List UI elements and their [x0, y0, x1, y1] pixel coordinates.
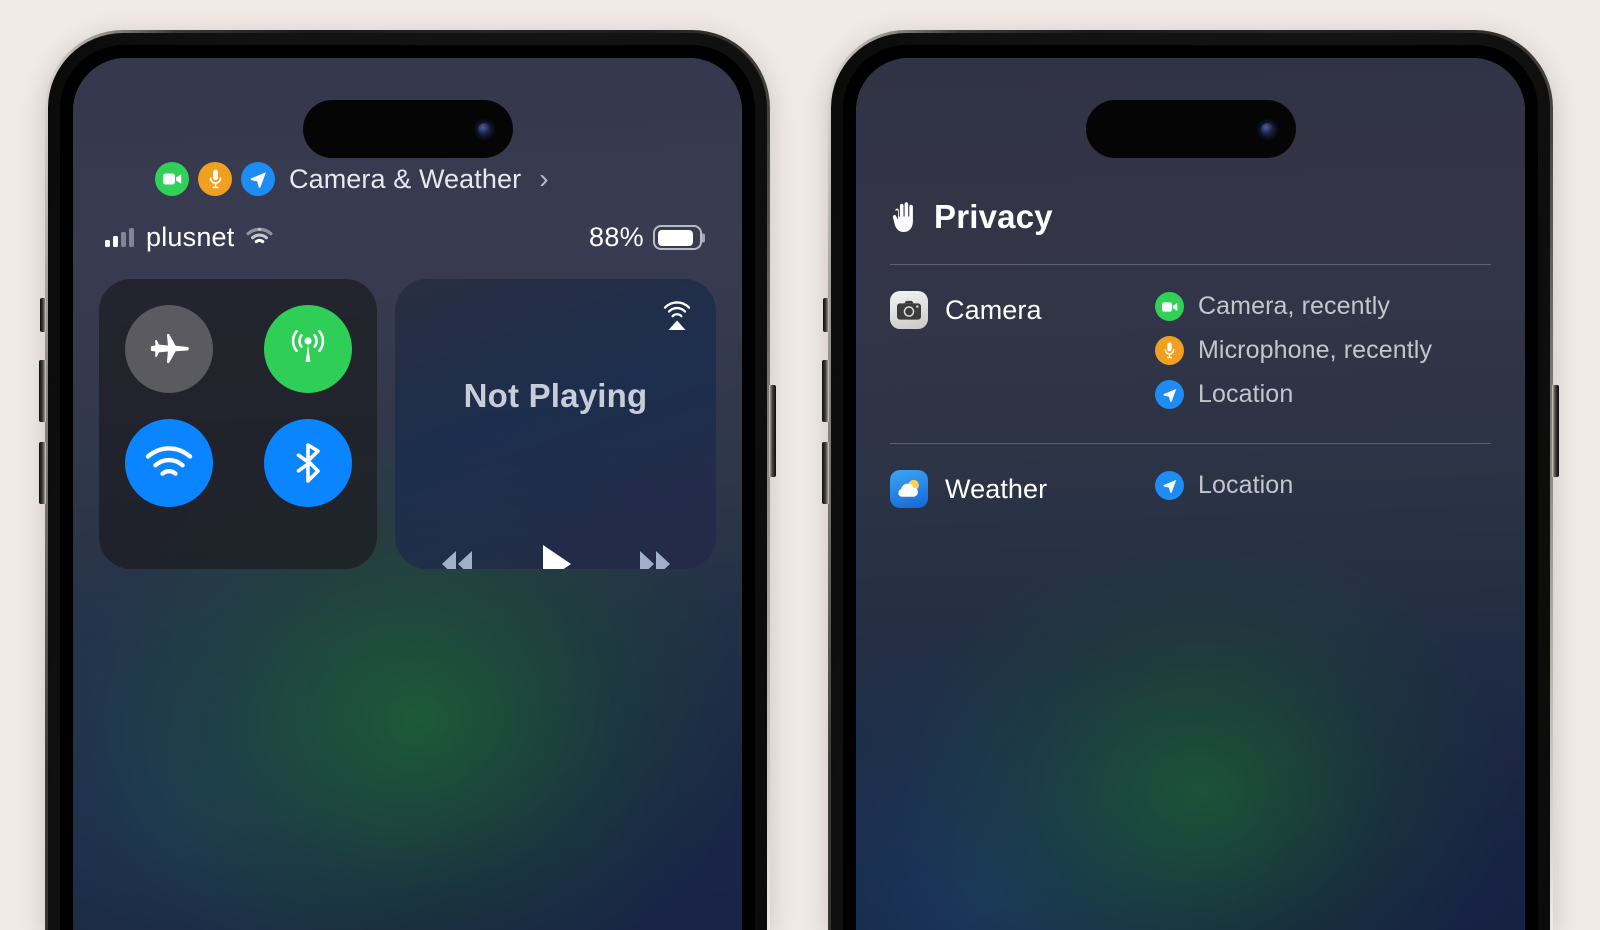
side-power-button[interactable]	[769, 385, 776, 477]
volume-down-button[interactable]	[822, 442, 829, 504]
airplane-mode-button[interactable]	[124, 305, 213, 393]
microphone-indicator-icon	[1155, 336, 1184, 365]
camera-app-icon	[890, 291, 928, 329]
cellular-signal-icon	[105, 228, 134, 247]
list-item: Location	[1155, 380, 1432, 409]
camera-indicator-icon	[1155, 292, 1184, 321]
list-item: Camera, recently	[1155, 292, 1432, 321]
control-center: Camera & Weather › plusnet 88% Not Playi…	[73, 58, 742, 569]
bluetooth-toggle-button[interactable]	[263, 419, 352, 507]
table-row[interactable]: Weather Location	[890, 444, 1491, 514]
privacy-pill[interactable]: Camera & Weather ›	[91, 162, 724, 196]
transport-controls	[395, 541, 716, 569]
connectivity-tile	[99, 279, 377, 569]
wifi-toggle-button[interactable]	[124, 419, 213, 507]
usage-list: Camera, recently Microphone, recently Lo…	[1155, 291, 1432, 409]
usage-text: Location	[1198, 380, 1294, 408]
privacy-title: Privacy	[934, 198, 1053, 235]
phone-bezel: Privacy Camera Camera, recently Micropho…	[843, 45, 1538, 930]
app-label-group: Camera	[890, 291, 1155, 329]
chevron-right-icon: ›	[539, 163, 549, 194]
location-indicator-icon	[1155, 471, 1184, 500]
airplay-icon[interactable]	[660, 299, 694, 338]
now-playing-tile[interactable]: Not Playing	[395, 279, 716, 569]
raised-hand-icon	[892, 202, 913, 232]
weather-app-icon	[890, 470, 928, 508]
wifi-status-icon	[245, 225, 274, 251]
volume-down-button[interactable]	[39, 442, 46, 504]
battery-percent-label: 88%	[589, 222, 644, 252]
dynamic-island[interactable]	[1085, 100, 1296, 158]
ring-silent-switch[interactable]	[823, 298, 829, 332]
left-screen: Camera & Weather › plusnet 88% Not Playi…	[73, 58, 742, 930]
side-power-button[interactable]	[1552, 385, 1559, 477]
app-name: Camera	[945, 294, 1042, 325]
right-screen: Privacy Camera Camera, recently Micropho…	[856, 58, 1525, 930]
usage-text: Camera, recently	[1198, 292, 1390, 320]
usage-list: Location	[1155, 470, 1293, 500]
cellular-data-button[interactable]	[263, 305, 352, 393]
table-row[interactable]: Camera Camera, recently Microphone, rece…	[890, 265, 1491, 415]
now-playing-title: Not Playing	[463, 377, 648, 414]
carrier-label: plusnet	[146, 222, 235, 252]
volume-up-button[interactable]	[822, 360, 829, 422]
privacy-pill-label: Camera & Weather	[289, 163, 522, 194]
app-name: Weather	[945, 473, 1048, 504]
camera-indicator-icon	[155, 162, 189, 196]
left-iphone: Camera & Weather › plusnet 88% Not Playi…	[39, 30, 776, 930]
right-iphone: Privacy Camera Camera, recently Micropho…	[822, 30, 1559, 930]
phone-bezel: Camera & Weather › plusnet 88% Not Playi…	[60, 45, 755, 930]
front-camera-icon	[1260, 122, 1274, 136]
battery-icon	[653, 225, 702, 250]
privacy-header: Privacy	[890, 198, 1491, 236]
volume-up-button[interactable]	[39, 360, 46, 422]
status-bar-right: 88%	[589, 222, 702, 253]
location-indicator-icon	[1155, 380, 1184, 409]
app-label-group: Weather	[890, 470, 1155, 508]
status-bar: plusnet 88%	[91, 222, 724, 253]
usage-text: Microphone, recently	[1198, 336, 1433, 364]
list-item: Location	[1155, 471, 1293, 500]
screenshot-stage: Camera & Weather › plusnet 88% Not Playi…	[0, 0, 1600, 930]
microphone-indicator-icon	[198, 162, 232, 196]
next-track-icon[interactable]	[634, 547, 676, 569]
ring-silent-switch[interactable]	[40, 298, 46, 332]
control-tiles: Not Playing	[91, 279, 724, 569]
previous-track-icon[interactable]	[436, 547, 478, 569]
list-item: Microphone, recently	[1155, 336, 1432, 365]
play-icon[interactable]	[534, 541, 578, 569]
location-indicator-icon	[241, 162, 275, 196]
privacy-report-panel: Privacy Camera Camera, recently Micropho…	[856, 198, 1525, 514]
usage-text: Location	[1198, 471, 1294, 499]
